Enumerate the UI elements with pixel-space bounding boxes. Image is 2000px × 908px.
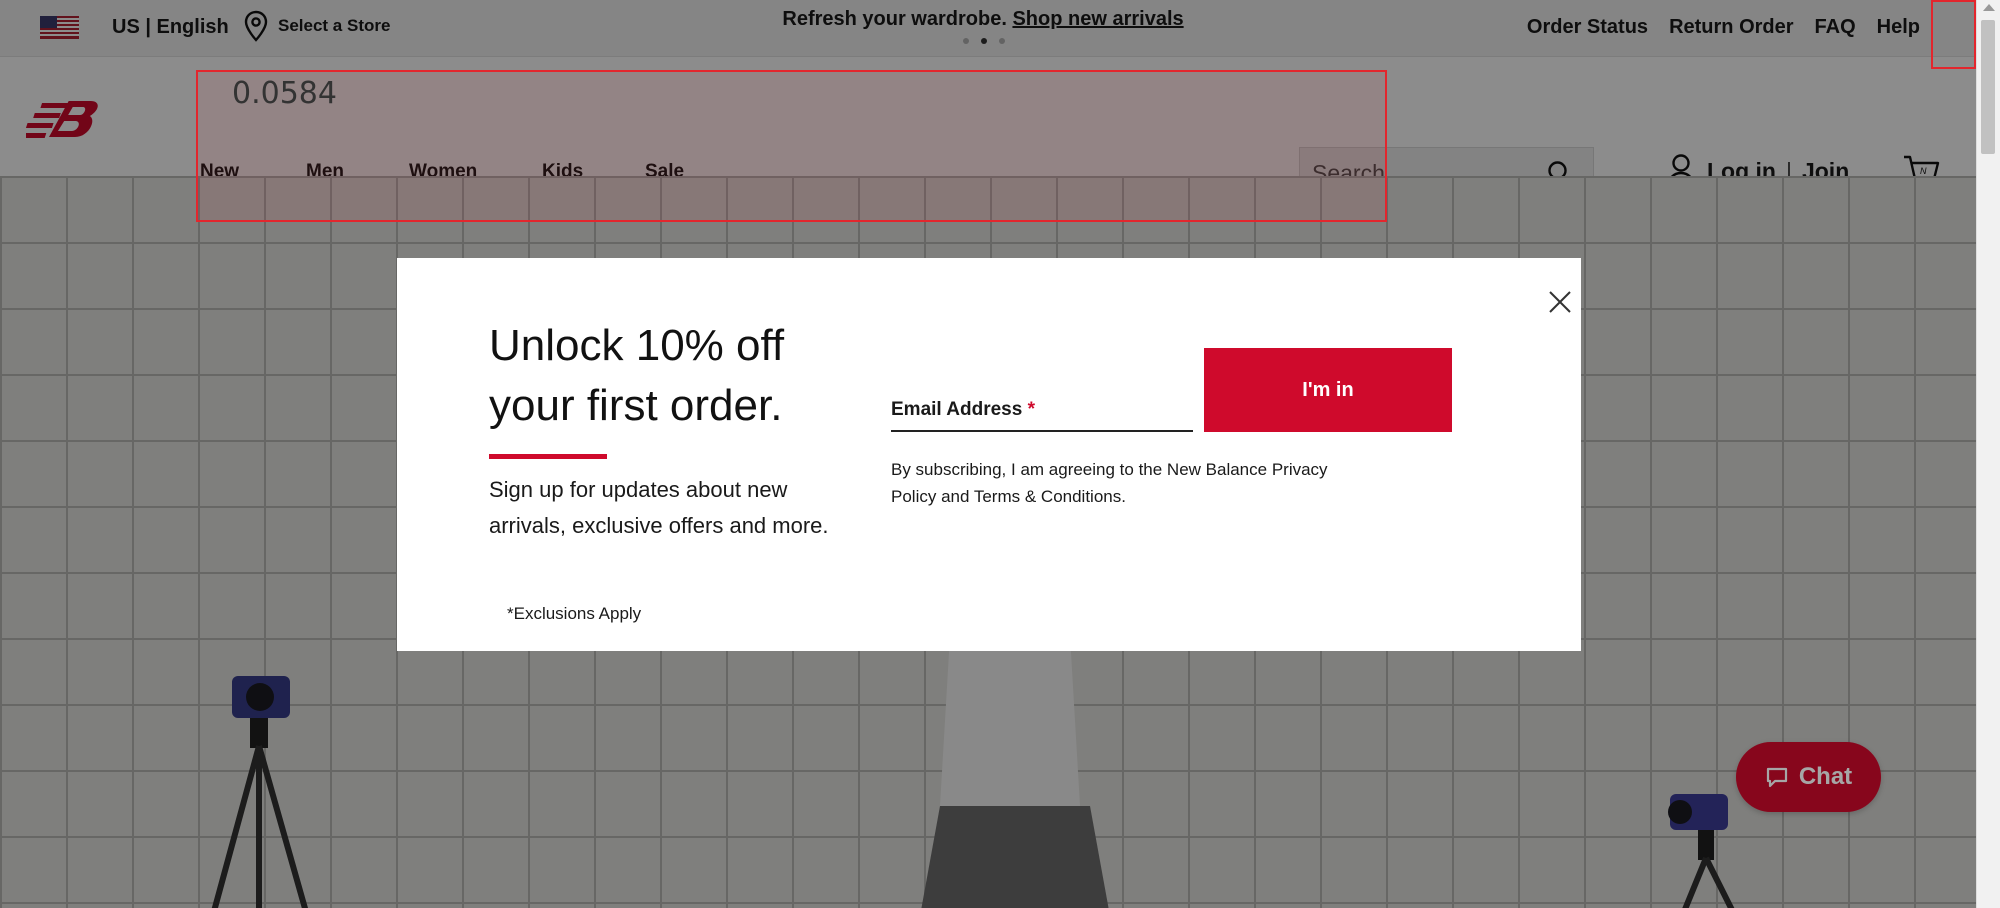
legal-text: By subscribing, I am agreeing to the New… — [891, 460, 1328, 506]
modal-accent-rule — [489, 454, 607, 459]
modal-subtext: Sign up for updates about new arrivals, … — [489, 477, 829, 538]
im-in-button[interactable]: I'm in — [1204, 348, 1452, 432]
chat-label: Chat — [1798, 763, 1853, 790]
scroll-thumb[interactable] — [1981, 20, 1995, 154]
close-icon[interactable] — [1543, 285, 1577, 319]
chat-bubble-icon — [1766, 767, 1787, 788]
highlight-box-corner — [1931, 0, 1976, 69]
exclusions-note: *Exclusions Apply — [507, 604, 642, 623]
email-signup-modal: Unlock 10% off your first order. Sign up… — [397, 258, 1581, 651]
modal-heading: Unlock 10% off your first order. — [489, 321, 785, 430]
email-input[interactable] — [891, 398, 1197, 430]
chat-button[interactable]: Chat — [1736, 742, 1881, 812]
email-field[interactable]: Email Address * — [891, 398, 1197, 432]
scroll-up-arrow-icon[interactable] — [1983, 4, 1995, 11]
highlight-score-label: 0.0584 — [232, 76, 337, 111]
page-scrollbar[interactable] — [1976, 0, 2000, 908]
highlight-box-nav — [196, 70, 1387, 222]
